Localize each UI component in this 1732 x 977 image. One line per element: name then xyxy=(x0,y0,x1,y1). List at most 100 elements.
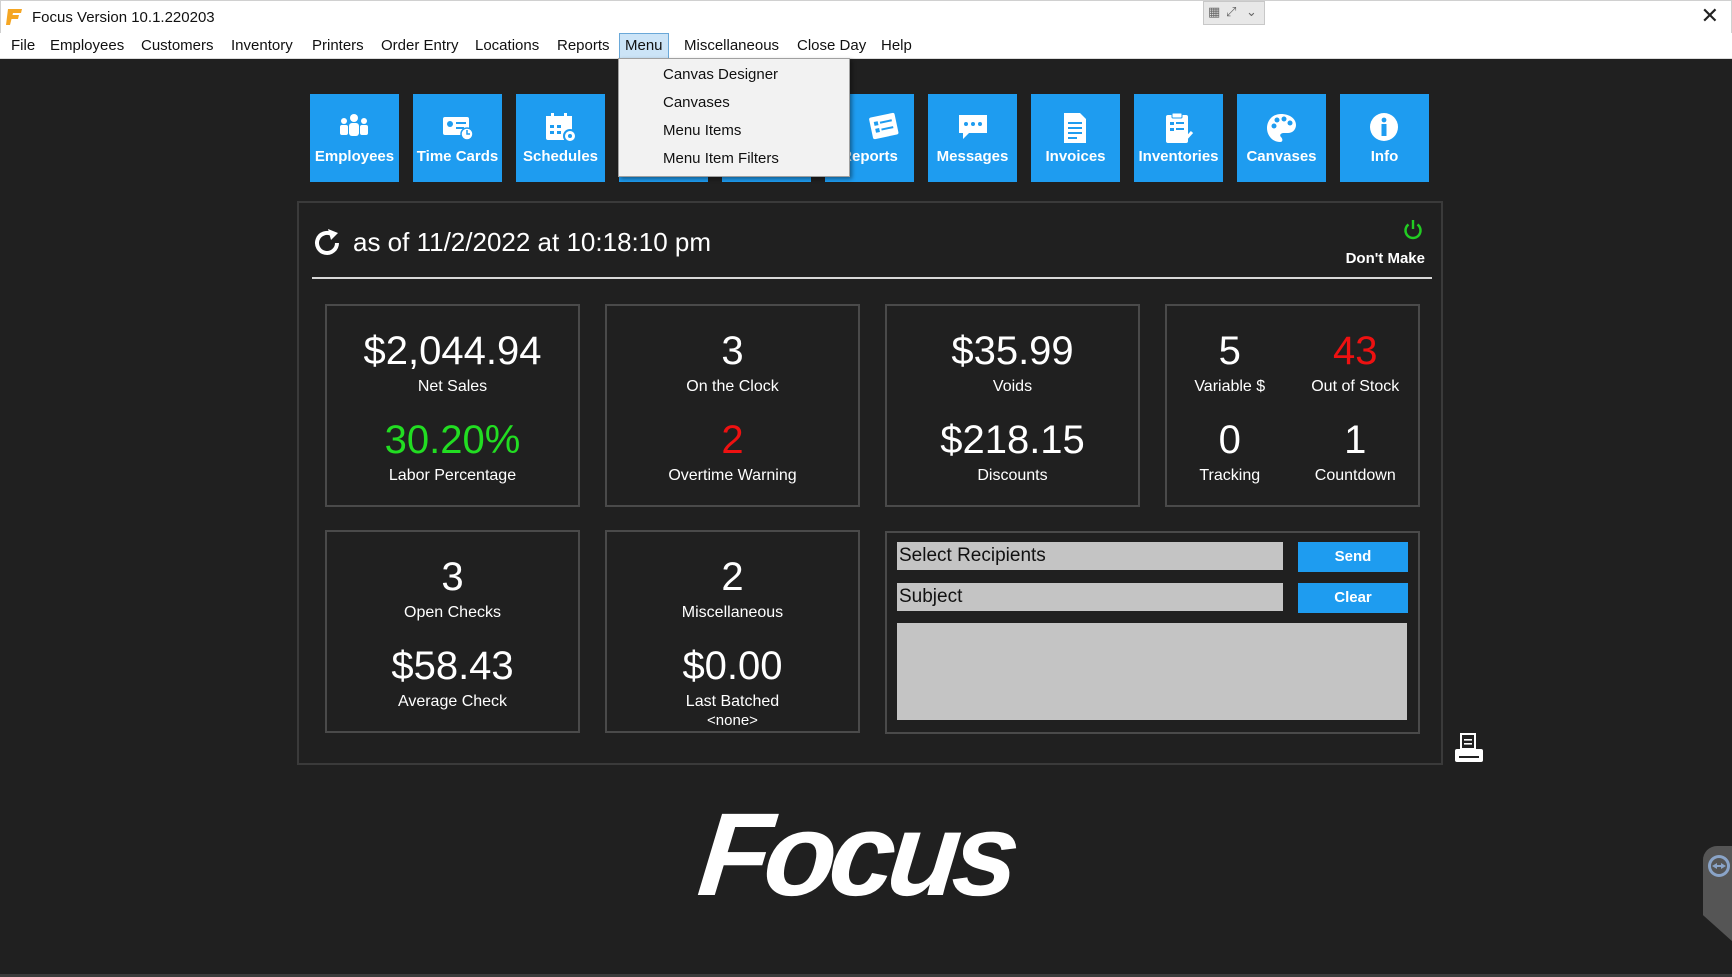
checks-tile: 3 Open Checks $58.43 Average Check xyxy=(325,530,580,733)
average-check-label: Average Check xyxy=(397,693,508,710)
canvases-button[interactable]: Canvases xyxy=(1237,94,1326,182)
misc-tile: 2 Miscellaneous $0.00 Last Batched <none… xyxy=(605,530,860,733)
message-body[interactable] xyxy=(897,623,1407,720)
labor-percentage-label: Labor Percentage xyxy=(388,467,517,484)
refresh-icon[interactable] xyxy=(312,228,342,258)
close-window-button[interactable]: ✕ xyxy=(1701,5,1719,29)
open-checks-value: 3 xyxy=(441,555,464,599)
menu-customers[interactable]: Customers xyxy=(136,33,219,59)
countdown-value: 1 xyxy=(1344,418,1367,462)
discounts-value: $218.15 xyxy=(940,418,1085,462)
canvases-button-label: Canvases xyxy=(1246,148,1317,165)
invoices-button[interactable]: Invoices xyxy=(1031,94,1120,182)
net-sales-value: $2,044.94 xyxy=(363,329,542,373)
menu-miscellaneous[interactable]: Miscellaneous xyxy=(679,33,784,59)
time-cards-icon xyxy=(443,117,474,141)
dropdown-item-canvas-designer[interactable]: Canvas Designer xyxy=(620,62,848,88)
schedules-icon xyxy=(546,113,577,143)
countdown-label: Countdown xyxy=(1314,467,1396,484)
labor-percentage-value: 30.20% xyxy=(384,418,521,462)
time-cards-button-label: Time Cards xyxy=(416,148,499,165)
invoices-button-label: Invoices xyxy=(1045,148,1106,165)
remote-support-icon xyxy=(1708,855,1730,877)
on-the-clock-value: 3 xyxy=(721,329,744,373)
menu-close-day[interactable]: Close Day xyxy=(792,33,871,59)
messages-button-label: Messages xyxy=(936,148,1009,165)
on-the-clock-label: On the Clock xyxy=(686,378,779,395)
messages-button[interactable]: Messages xyxy=(928,94,1017,182)
header-divider xyxy=(312,277,1432,279)
canvases-icon xyxy=(1267,114,1296,142)
info-button[interactable]: Info xyxy=(1340,94,1429,182)
invoices-icon xyxy=(1064,113,1086,143)
voids-value: $35.99 xyxy=(951,329,1074,373)
employees-button-label: Employees xyxy=(314,148,395,165)
messages-icon xyxy=(959,115,987,139)
tracking-value: 0 xyxy=(1218,418,1241,462)
tracking-label: Tracking xyxy=(1199,467,1261,484)
menu-menu[interactable]: Menu xyxy=(619,33,669,59)
dropdown-item-menu-item-filters[interactable]: Menu Item Filters xyxy=(620,146,848,172)
net-sales-label: Net Sales xyxy=(417,378,488,395)
grid-icon[interactable]: ▦ xyxy=(1208,5,1220,21)
menu-file[interactable]: File xyxy=(6,33,40,59)
clock-tile: 3 On the Clock 2 Overtime Warning xyxy=(605,304,860,507)
menu-employees[interactable]: Employees xyxy=(45,33,129,59)
out-of-stock-label: Out of Stock xyxy=(1311,378,1400,395)
overtime-warning-value: 2 xyxy=(721,418,744,462)
inventories-icon xyxy=(1166,112,1194,144)
window-title: Focus Version 10.1.220203 xyxy=(32,9,215,26)
printer-icon[interactable] xyxy=(1453,732,1485,766)
voids-label: Voids xyxy=(992,378,1033,395)
reports-icon xyxy=(869,112,899,140)
inventories-button[interactable]: Inventories xyxy=(1134,94,1223,182)
info-icon xyxy=(1370,113,1398,141)
title-bar: Focus Version 10.1.220203 ▦ ⤢ ⌄ ✕ xyxy=(0,0,1732,33)
menu-dropdown: Canvas Designer Canvases Menu Items Menu… xyxy=(618,58,850,177)
as-of-timestamp: as of 11/2/2022 at 10:18:10 pm xyxy=(353,227,712,257)
send-button[interactable]: Send xyxy=(1298,542,1408,572)
menu-inventory[interactable]: Inventory xyxy=(226,33,298,59)
focus-logo: Focus xyxy=(693,789,1020,921)
time-cards-button[interactable]: Time Cards xyxy=(413,94,502,182)
dropdown-item-menu-items[interactable]: Menu Items xyxy=(620,118,848,144)
average-check-value: $58.43 xyxy=(391,644,514,688)
inventories-button-label: Inventories xyxy=(1138,148,1219,165)
employees-button[interactable]: Employees xyxy=(310,94,399,182)
message-tile: Select Recipients Send Subject Clear xyxy=(885,531,1420,734)
recipients-field[interactable]: Select Recipients xyxy=(897,542,1283,570)
last-batched-date: <none> xyxy=(707,712,758,729)
side-panel-handle[interactable] xyxy=(1703,846,1732,942)
variable-price-value: 5 xyxy=(1218,329,1241,373)
dont-make-label[interactable]: Don't Make xyxy=(1340,250,1425,267)
open-checks-label: Open Checks xyxy=(404,604,501,621)
power-icon[interactable] xyxy=(1402,219,1424,241)
chevron-down-icon[interactable]: ⌄ xyxy=(1246,5,1257,21)
menu-order-entry[interactable]: Order Entry xyxy=(376,33,464,59)
out-of-stock-value: 43 xyxy=(1333,329,1378,373)
menu-printers[interactable]: Printers xyxy=(307,33,369,59)
schedules-button[interactable]: Schedules xyxy=(516,94,605,182)
discounts-label: Discounts xyxy=(977,467,1048,484)
variable-price-label: Variable $ xyxy=(1194,378,1266,395)
schedules-button-label: Schedules xyxy=(522,148,599,165)
menu-reports[interactable]: Reports xyxy=(552,33,615,59)
last-batched-label: Last Batched xyxy=(685,693,780,710)
dropdown-item-canvases[interactable]: Canvases xyxy=(620,90,848,116)
fullscreen-icon[interactable]: ⤢ xyxy=(1226,5,1236,21)
menu-locations[interactable]: Locations xyxy=(470,33,544,59)
menu-bar: File Employees Customers Inventory Print… xyxy=(0,33,1732,59)
window-tools[interactable]: ▦ ⤢ ⌄ xyxy=(1203,1,1265,25)
subject-field[interactable]: Subject xyxy=(897,583,1283,611)
overtime-warning-label: Overtime Warning xyxy=(668,467,797,484)
clear-button[interactable]: Clear xyxy=(1298,583,1408,613)
miscellaneous-label: Miscellaneous xyxy=(681,604,784,621)
focus-app-icon xyxy=(6,9,22,25)
sales-tile: $2,044.94 Net Sales 30.20% Labor Percent… xyxy=(325,304,580,507)
employees-icon xyxy=(340,114,368,136)
miscellaneous-value: 2 xyxy=(721,555,744,599)
menu-help[interactable]: Help xyxy=(876,33,917,59)
info-button-label: Info xyxy=(1370,148,1399,165)
stock-tile: 5 Variable $ 43 Out of Stock 0 Tracking … xyxy=(1165,304,1420,507)
last-batched-value: $0.00 xyxy=(682,644,783,688)
